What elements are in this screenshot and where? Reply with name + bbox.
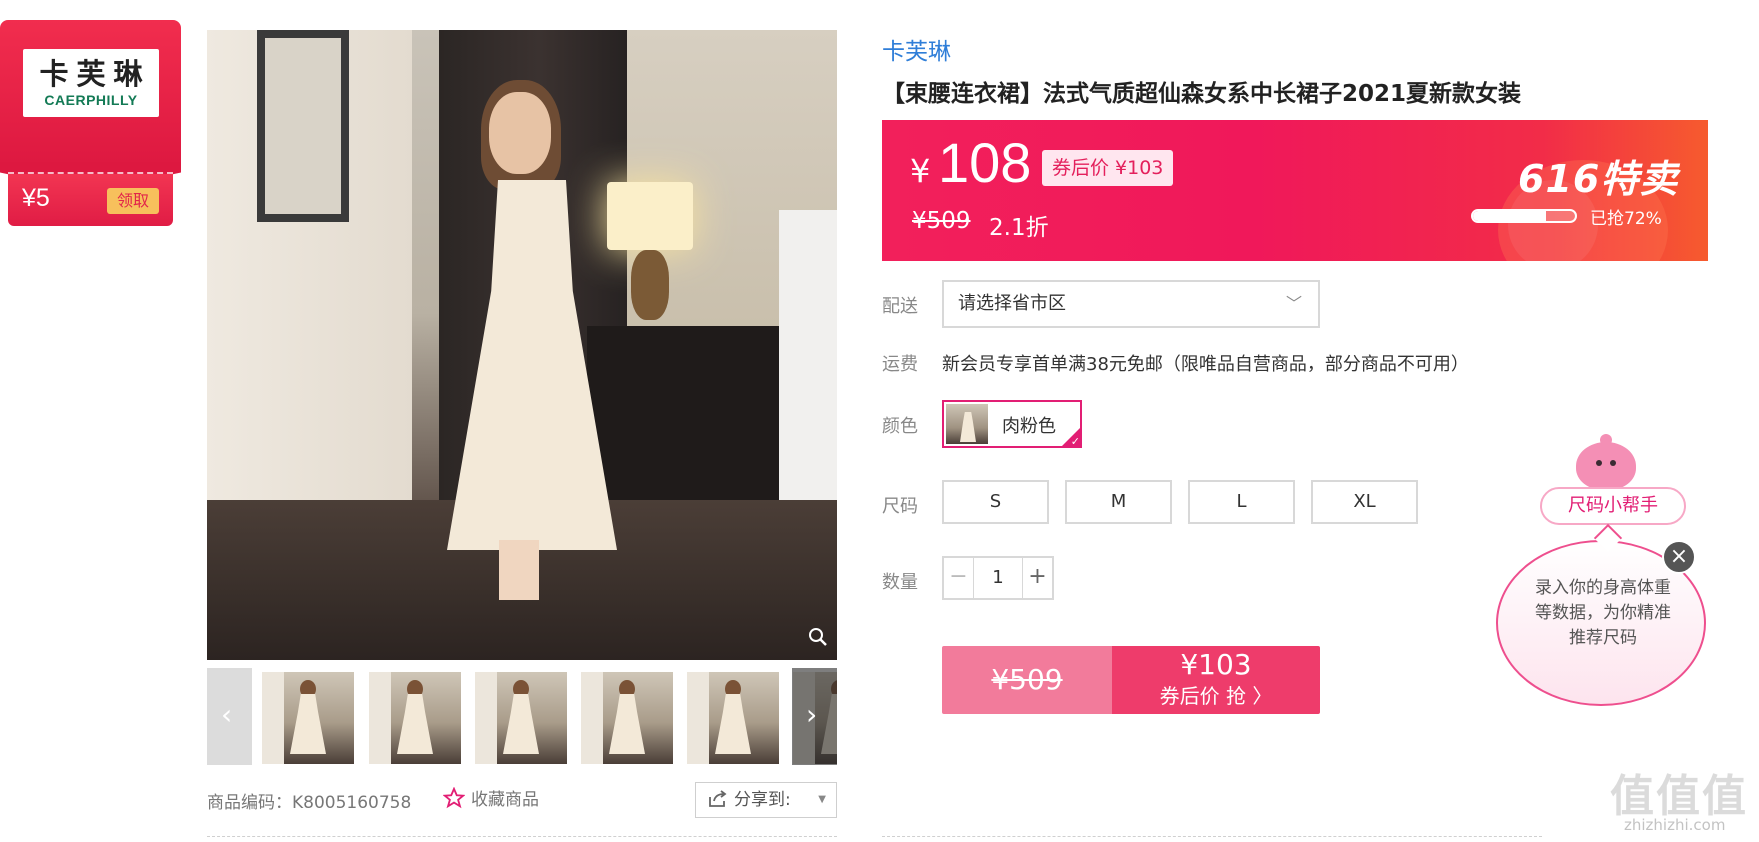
size-option-m[interactable]: M [1065, 480, 1172, 524]
divider [207, 836, 837, 837]
quantity-decrease-button[interactable]: − [944, 558, 974, 598]
chevron-down-icon: ﹀ [1285, 294, 1302, 313]
image-lamp-base [631, 250, 669, 320]
buy-coupon-price: ¥103 [1180, 648, 1252, 681]
coupon-body: ¥5 领取 [8, 172, 173, 226]
size-option-l[interactable]: L [1188, 480, 1295, 524]
close-icon[interactable]: × [1662, 540, 1696, 574]
discount-rate: 2.1折 [989, 215, 1049, 241]
thumbnail[interactable] [581, 672, 673, 764]
watermark-mark: 值值值 [1610, 771, 1748, 822]
current-price: 108 [938, 131, 1032, 194]
thumbnail-strip: ‹ › [207, 668, 837, 768]
store-coupon: 卡芙琳 CAERPHILLY ¥5 领取 [0, 20, 181, 226]
color-swatch-image [946, 404, 988, 444]
chevron-left-icon: ‹ [221, 698, 233, 731]
coupon-header: 卡芙琳 CAERPHILLY [0, 20, 181, 170]
size-helper-button[interactable]: 尺码小帮手 [1540, 487, 1686, 525]
sold-progress-bar [1471, 209, 1577, 223]
thumbnail-prev-button[interactable]: ‹ [207, 668, 252, 765]
thumbnail[interactable] [687, 672, 779, 764]
chevron-right-icon: › [806, 698, 818, 731]
thumbnail-next-button[interactable]: › [792, 668, 837, 765]
claim-coupon-button[interactable]: 领取 [107, 188, 159, 214]
region-select[interactable]: 请选择省市区 ﹀ [942, 280, 1320, 328]
shipping-label: 运费 [882, 354, 918, 375]
thumbnail[interactable] [369, 672, 461, 764]
region-select-value: 请选择省市区 [958, 293, 1066, 314]
thumbnail[interactable] [262, 672, 354, 764]
coupon-amount: ¥5 [22, 184, 50, 212]
quantity-increase-button[interactable]: + [1022, 558, 1052, 598]
size-helper-text: 录入你的身高体重等数据，为你精准推荐尺码 [1535, 578, 1671, 648]
size-label: 尺码 [882, 496, 918, 517]
image-nightstand [587, 326, 789, 506]
color-option-selected[interactable]: 肉粉色 ✓ [942, 400, 1082, 448]
shipping-info: 新会员专享首单满38元免邮（限唯品自营商品，部分商品不可用） [942, 354, 1469, 375]
image-model-legs [499, 540, 539, 600]
original-price: ¥509 [912, 208, 971, 234]
favorite-button[interactable]: 收藏商品 [442, 785, 539, 810]
share-icon [709, 790, 727, 807]
quantity-stepper: − 1 + [942, 556, 1054, 600]
delivery-label: 配送 [882, 296, 918, 317]
image-model-face [489, 92, 551, 174]
watermark-url: zhizhizhi.com [1624, 816, 1726, 834]
image-lamp [607, 182, 693, 250]
event-badge: 616特卖 [1518, 157, 1679, 201]
brand-link[interactable]: 卡芙琳 [882, 32, 951, 66]
size-helper-widget: 尺码小帮手 录入你的身高体重等数据，为你精准推荐尺码 × [1496, 434, 1712, 710]
favorite-label: 收藏商品 [471, 790, 539, 810]
sold-percentage: 已抢72% [1590, 209, 1662, 229]
sold-progress-fill [1473, 211, 1547, 221]
product-page: 卡芙琳 CAERPHILLY ¥5 领取 ‹ › 商品编码：K800516075… [0, 0, 1759, 842]
size-option-s[interactable]: S [942, 480, 1049, 524]
buy-original-price: ¥509 [942, 646, 1112, 714]
product-title: 【束腰连衣裙】法式气质超仙森女系中长裙子2021夏新款女装 [882, 81, 1522, 107]
thumbnail[interactable] [475, 672, 567, 764]
quantity-input[interactable]: 1 [974, 558, 1022, 598]
main-product-image[interactable] [207, 30, 837, 660]
color-option-label: 肉粉色 [1002, 416, 1056, 437]
brand-logo[interactable]: 卡芙琳 CAERPHILLY [23, 49, 159, 117]
check-icon: ✓ [1060, 426, 1082, 448]
mascot-icon [1576, 434, 1636, 490]
product-code: 商品编码：K8005160758 [207, 793, 412, 813]
size-option-xl[interactable]: XL [1311, 480, 1418, 524]
color-label: 颜色 [882, 416, 918, 437]
caret-down-icon: ▼ [818, 794, 826, 805]
divider [882, 836, 1542, 837]
buy-now-button[interactable]: ¥509 ¥103 券后价 抢 〉 [942, 646, 1320, 714]
price-currency: ¥ [910, 152, 931, 190]
buy-action-label: 券后价 抢 〉 [1159, 684, 1273, 708]
buy-coupon-section: ¥103 券后价 抢 〉 [1112, 646, 1320, 714]
coupon-price-tag: 券后价 ¥103 [1042, 150, 1174, 186]
brand-logo-cn: 卡芙琳 [39, 57, 151, 91]
share-dropdown[interactable]: 分享到: ▼ [695, 782, 837, 818]
share-label: 分享到: [734, 790, 791, 810]
watermark-logo: 值值值 zhizhizhi.com [1610, 760, 1750, 838]
image-frame-art [265, 38, 341, 214]
quantity-label: 数量 [882, 572, 918, 593]
product-meta: 商品编码：K8005160758 收藏商品 分享到: ▼ [207, 780, 837, 820]
star-icon [442, 786, 466, 809]
price-banner: ¥ 108 券后价 ¥103 ¥509 2.1折 616特卖 已抢72% [882, 120, 1708, 261]
brand-logo-en: CAERPHILLY [44, 92, 138, 108]
zoom-icon[interactable] [807, 626, 829, 648]
